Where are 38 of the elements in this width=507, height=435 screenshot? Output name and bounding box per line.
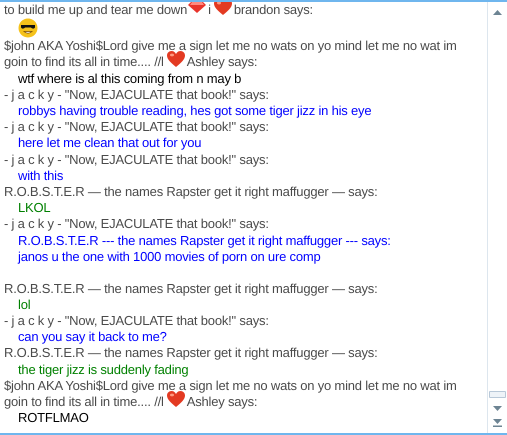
sender-name: - j a c k y - "Now, EJACULATE that book!" says: — [4, 313, 269, 330]
sender-name: R.O.B.S.T.E.R — the names Rapster get it right maffugger — says: — [4, 184, 378, 200]
message-text: lol — [18, 296, 30, 313]
message-text: janos u the one with 1000 movies of porn on ure comp — [18, 248, 321, 266]
sender-name: brandon says: — [234, 2, 313, 18]
sender-name: $john AKA Yoshi$Lord give me a sign let me no wats on yo mind let me no wat im — [4, 38, 457, 54]
sender-name: goin to find its all in time.... //l — [4, 54, 164, 70]
sender-name: R.O.B.S.T.E.R — the names Rapster get it right maffugger — says: — [4, 280, 378, 297]
sender-name: R.O.B.S.T.E.R — the names Rapster get it right maffugger — says: — [4, 345, 378, 362]
scroll-down-icon[interactable] — [493, 406, 502, 411]
message-text: with this — [18, 168, 64, 184]
sender-name: - j a c k y - "Now, EJACULATE that book!" says: — [4, 216, 269, 232]
heart-icon — [166, 390, 185, 408]
scroll-up-icon[interactable] — [493, 10, 502, 15]
scroll-end-icon[interactable] — [493, 419, 502, 427]
message-text: the tiger jizz is suddenly fading — [18, 362, 188, 378]
sender-name: - j a c k y - "Now, EJACULATE that book!" says: — [4, 152, 269, 168]
message-text: ROTFLMAO — [18, 410, 89, 426]
sender-name: Ashley says: — [186, 394, 258, 410]
sender-name: - j a c k y - "Now, EJACULATE that book!" says: — [4, 119, 269, 136]
gem-icon — [187, 2, 208, 14]
scrollbar[interactable] — [487, 2, 507, 433]
sender-name: Ashley says: — [186, 54, 258, 70]
message-text: here let me clean that out for you — [18, 135, 202, 152]
heart-icon — [214, 2, 232, 16]
scroll-thumb[interactable] — [489, 391, 506, 398]
sender-name: i — [208, 2, 211, 18]
sender-name: - j a c k y - "Now, EJACULATE that book!" says: — [4, 86, 269, 103]
message-text: can you say it back to me? — [18, 329, 167, 346]
sender-name: to build me up and tear me down — [4, 2, 188, 18]
heart-icon — [166, 50, 185, 68]
smiley-sunglasses-icon — [18, 18, 38, 38]
sender-name: goin to find its all in time.... //l — [4, 394, 164, 410]
sender-name: $john AKA Yoshi$Lord give me a sign let me no wats on yo mind let me no wat im — [4, 378, 457, 394]
message-text: robbys having trouble reading, hes got some tiger jizz in his eye — [18, 103, 372, 120]
message-text: wtf where is al this coming from n may b — [18, 70, 242, 87]
message-text: R.O.B.S.T.E.R --- the names Rapster get it right maffugger --- says: — [18, 232, 391, 249]
message-text: LKOL — [18, 200, 50, 216]
